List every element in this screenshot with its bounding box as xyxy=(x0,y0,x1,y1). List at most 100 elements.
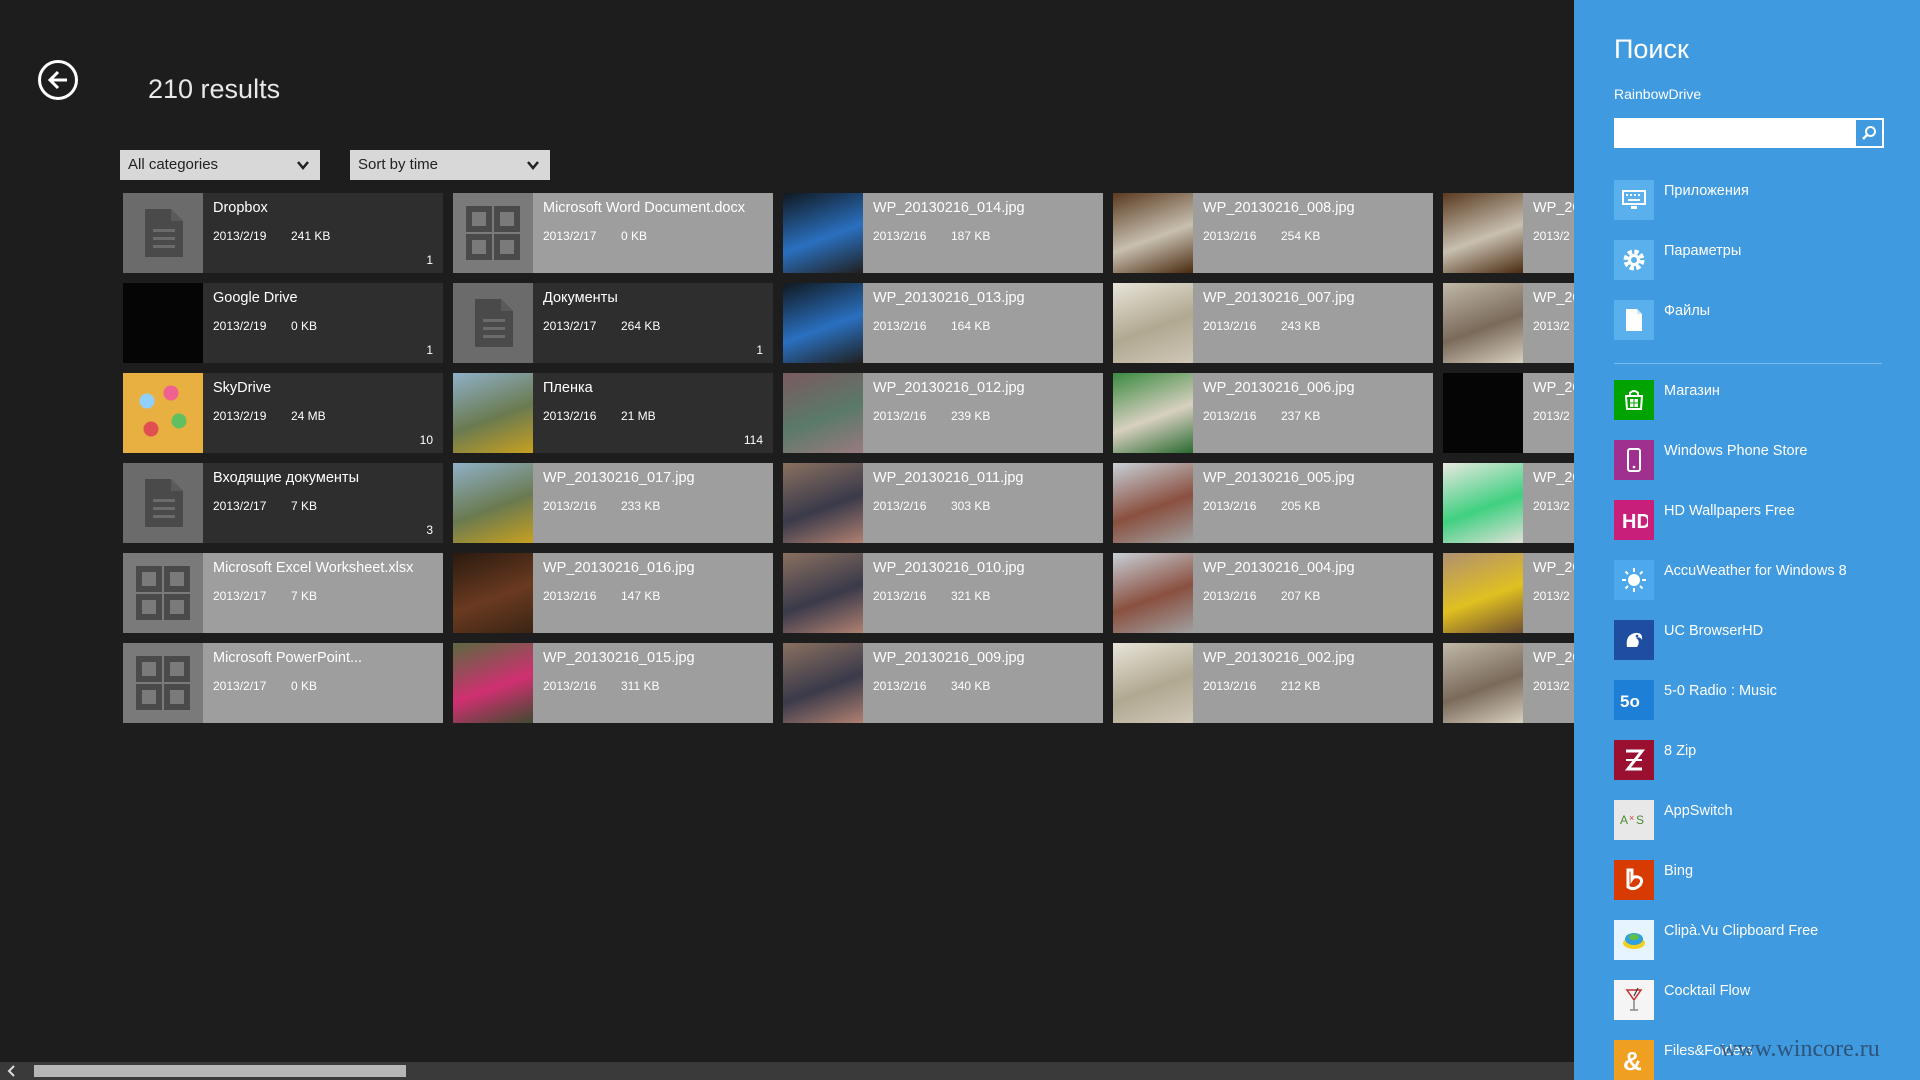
charm-item[interactable]: AccuWeather for Windows 8 xyxy=(1614,560,1904,600)
result-tile[interactable]: WP_20130216_012.jpg 2013/2/16 239 KB xyxy=(783,373,1103,453)
scroll-left-button[interactable] xyxy=(4,1062,20,1080)
result-tile[interactable]: WP_20130216_017.jpg 2013/2/16 233 KB xyxy=(453,463,773,543)
horizontal-scrollbar[interactable] xyxy=(0,1062,1574,1080)
file-date: 2013/2/16 xyxy=(1203,499,1257,513)
file-name: WP_20 xyxy=(1533,290,1574,306)
charm-item[interactable]: Файлы xyxy=(1614,300,1904,340)
file-date: 2013/2/16 xyxy=(543,499,597,513)
photo-box-thumbnail xyxy=(783,463,863,543)
office-icon-thumbnail xyxy=(123,643,203,723)
folders-icon: & xyxy=(1614,1040,1654,1080)
file-name: WP_20130216_006.jpg xyxy=(1203,380,1355,396)
charm-item[interactable]: Магазин xyxy=(1614,380,1904,420)
file-name: Google Drive xyxy=(213,290,298,306)
charm-item[interactable]: Bing xyxy=(1614,860,1904,900)
charm-item[interactable]: 8 Zip xyxy=(1614,740,1904,780)
charm-item[interactable]: Windows Phone Store xyxy=(1614,440,1904,480)
file-date: 2013/2 xyxy=(1533,319,1570,333)
file-size: 239 KB xyxy=(951,409,991,423)
charm-item[interactable]: 5o 5-0 Radio : Music xyxy=(1614,680,1904,720)
file-date: 2013/2/17 xyxy=(213,499,267,513)
result-tile[interactable]: WP_20130216_005.jpg 2013/2/16 205 KB xyxy=(1113,463,1433,543)
result-tile[interactable]: WP_20130216_016.jpg 2013/2/16 147 KB xyxy=(453,553,773,633)
file-name: WP_20130216_016.jpg xyxy=(543,560,695,576)
chevron-left-icon xyxy=(7,1065,15,1077)
category-filter-dropdown[interactable]: All categories xyxy=(120,150,320,180)
file-name: WP_20130216_009.jpg xyxy=(873,650,1025,666)
charm-item[interactable]: Clipà.Vu Clipboard Free xyxy=(1614,920,1904,960)
charm-item-label: HD Wallpapers Free xyxy=(1664,503,1795,519)
photo-box-thumbnail xyxy=(783,643,863,723)
sort-dropdown[interactable]: Sort by time xyxy=(350,150,550,180)
file-size: 205 KB xyxy=(1281,499,1321,513)
clipboard-icon xyxy=(1614,920,1654,960)
office-icon-thumbnail xyxy=(123,553,203,633)
result-tile[interactable]: WP_20 2013/2 xyxy=(1443,193,1574,273)
cocktail-icon xyxy=(1614,980,1654,1020)
result-tile[interactable]: Dropbox 2013/2/19 241 KB 1 xyxy=(123,193,443,273)
charm-item-label: Cocktail Flow xyxy=(1664,983,1751,999)
result-tile[interactable]: Документы 2013/2/17 264 KB 1 xyxy=(453,283,773,363)
result-tile[interactable]: WP_20130216_006.jpg 2013/2/16 237 KB xyxy=(1113,373,1433,453)
file-name: WP_20130216_013.jpg xyxy=(873,290,1025,306)
radio-icon: 5o xyxy=(1614,680,1654,720)
charm-item[interactable]: HD HD Wallpapers Free xyxy=(1614,500,1904,540)
hd-icon: HD xyxy=(1614,500,1654,540)
file-name: WP_20130216_012.jpg xyxy=(873,380,1025,396)
file-name: WP_20 xyxy=(1533,380,1574,396)
file-date: 2013/2/16 xyxy=(543,409,597,423)
file-name: Пленка xyxy=(543,380,593,396)
black-thumbnail xyxy=(123,283,203,363)
result-tile[interactable]: WP_20 2013/2 xyxy=(1443,283,1574,363)
result-tile[interactable]: WP_20130216_007.jpg 2013/2/16 243 KB xyxy=(1113,283,1433,363)
charm-divider xyxy=(1614,363,1882,364)
charm-item-label: AppSwitch xyxy=(1664,803,1733,819)
search-button[interactable] xyxy=(1854,118,1884,148)
file-name: WP_20130216_007.jpg xyxy=(1203,290,1355,306)
result-tile[interactable]: Google Drive 2013/2/19 0 KB 1 xyxy=(123,283,443,363)
result-tile[interactable]: Microsoft Word Document.docx 2013/2/17 0 K… xyxy=(453,193,773,273)
result-tile[interactable]: WP_20130216_009.jpg 2013/2/16 340 KB xyxy=(783,643,1103,723)
result-tile[interactable]: Microsoft PowerPoint... 2013/2/17 0 KB xyxy=(123,643,443,723)
file-name: Входящие документы xyxy=(213,470,359,486)
result-tile[interactable]: WP_20130216_014.jpg 2013/2/16 187 KB xyxy=(783,193,1103,273)
result-tile[interactable]: WP_20 2013/2 xyxy=(1443,463,1574,543)
search-input[interactable] xyxy=(1614,118,1854,148)
photo-flowers-thumbnail xyxy=(453,373,533,453)
result-tile[interactable]: WP_20130216_008.jpg 2013/2/16 254 KB xyxy=(1113,193,1433,273)
doc-icon-thumbnail xyxy=(123,193,203,273)
result-tile[interactable]: WP_20 2013/2 xyxy=(1443,373,1574,453)
file-size: 0 KB xyxy=(291,319,318,333)
charm-item[interactable]: UC BrowserHD xyxy=(1614,620,1904,660)
result-tile[interactable]: WP_20130216_013.jpg 2013/2/16 164 KB xyxy=(783,283,1103,363)
result-tile[interactable]: Microsoft Excel Worksheet.xlsx 2013/2/17 7… xyxy=(123,553,443,633)
file-name: WP_20130216_010.jpg xyxy=(873,560,1025,576)
file-date: 2013/2/16 xyxy=(873,229,927,243)
result-tile[interactable]: WP_20 2013/2 xyxy=(1443,643,1574,723)
item-count: 1 xyxy=(756,343,763,357)
result-tile[interactable]: Входящие документы 2013/2/17 7 KB 3 xyxy=(123,463,443,543)
charm-item[interactable]: A × S AppSwitch xyxy=(1614,800,1904,840)
file-date: 2013/2/16 xyxy=(1203,229,1257,243)
photo-screen-thumbnail xyxy=(783,193,863,273)
result-tile[interactable]: Пленка 2013/2/16 21 MB 114 xyxy=(453,373,773,453)
file-size: 321 KB xyxy=(951,589,991,603)
result-tile[interactable]: SkyDrive 2013/2/19 24 MB 10 xyxy=(123,373,443,453)
result-tile[interactable]: WP_20130216_010.jpg 2013/2/16 321 KB xyxy=(783,553,1103,633)
back-button[interactable] xyxy=(38,60,78,100)
result-tile[interactable]: WP_20130216_002.jpg 2013/2/16 212 KB xyxy=(1113,643,1433,723)
charm-item-label: Приложения xyxy=(1664,183,1749,199)
charm-item[interactable]: Параметры xyxy=(1614,240,1904,280)
charm-item[interactable]: Приложения xyxy=(1614,180,1904,220)
result-tile[interactable]: WP_20130216_004.jpg 2013/2/16 207 KB xyxy=(1113,553,1433,633)
file-size: 237 KB xyxy=(1281,409,1321,423)
charm-item[interactable]: Cocktail Flow xyxy=(1614,980,1904,1020)
file-date: 2013/2/16 xyxy=(873,679,927,693)
result-tile[interactable]: WP_20130216_015.jpg 2013/2/16 311 KB xyxy=(453,643,773,723)
file-name: Документы xyxy=(543,290,618,306)
result-tile[interactable]: WP_20 2013/2 xyxy=(1443,553,1574,633)
scrollbar-thumb[interactable] xyxy=(34,1065,406,1077)
watermark: www.wincore.ru xyxy=(1720,1036,1880,1062)
charm-item-label: Windows Phone Store xyxy=(1664,443,1808,459)
result-tile[interactable]: WP_20130216_011.jpg 2013/2/16 303 KB xyxy=(783,463,1103,543)
